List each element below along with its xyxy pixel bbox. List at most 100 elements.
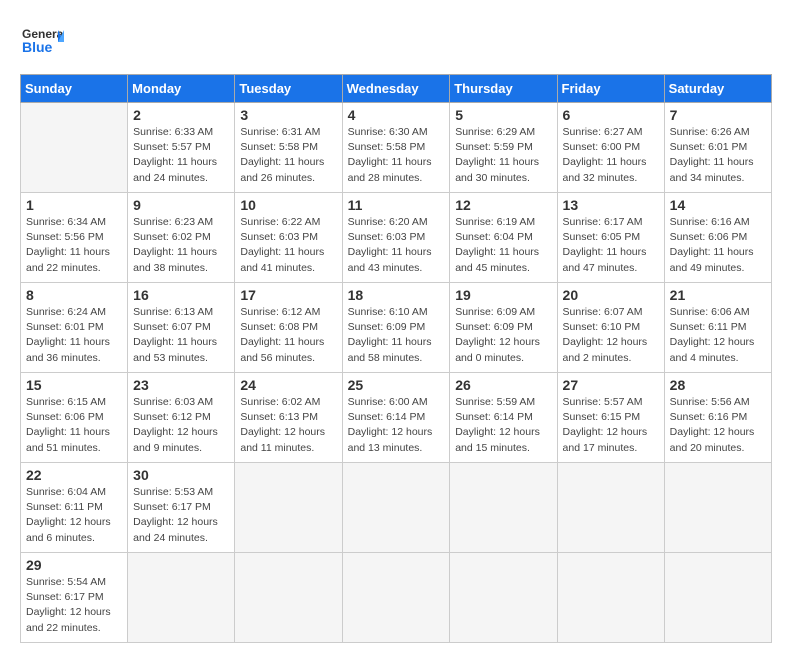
week-row-4: 22 Sunrise: 6:04 AMSunset: 6:11 PMDayligh… [21, 463, 772, 553]
day-info: Sunrise: 5:56 AMSunset: 6:16 PMDaylight:… [670, 395, 766, 456]
day-number: 11 [348, 197, 445, 213]
day-number: 8 [26, 287, 122, 303]
day-info: Sunrise: 6:23 AMSunset: 6:02 PMDaylight:… [133, 215, 229, 276]
calendar-cell: 5 Sunrise: 6:29 AMSunset: 5:59 PMDaylight… [450, 103, 557, 193]
day-info: Sunrise: 6:07 AMSunset: 6:10 PMDaylight:… [563, 305, 659, 366]
week-row-0: 2 Sunrise: 6:33 AMSunset: 5:57 PMDaylight… [21, 103, 772, 193]
day-info: Sunrise: 6:04 AMSunset: 6:11 PMDaylight:… [26, 485, 122, 546]
column-header-friday: Friday [557, 75, 664, 103]
calendar-cell: 8 Sunrise: 6:24 AMSunset: 6:01 PMDaylight… [21, 283, 128, 373]
calendar-cell [557, 553, 664, 643]
calendar-cell: 24 Sunrise: 6:02 AMSunset: 6:13 PMDayligh… [235, 373, 342, 463]
day-number: 15 [26, 377, 122, 393]
calendar-cell: 1Sunrise: 6:34 AMSunset: 5:56 PMDaylight… [21, 193, 128, 283]
calendar-cell: 26Sunrise: 5:59 AMSunset: 6:14 PMDayligh… [450, 373, 557, 463]
day-info: Sunrise: 6:33 AMSunset: 5:57 PMDaylight:… [133, 125, 229, 186]
day-info: Sunrise: 6:12 AMSunset: 6:08 PMDaylight:… [240, 305, 336, 366]
day-info: Sunrise: 6:15 AMSunset: 6:06 PMDaylight:… [26, 395, 122, 456]
day-number: 10 [240, 197, 336, 213]
calendar-cell: 22 Sunrise: 6:04 AMSunset: 6:11 PMDayligh… [21, 463, 128, 553]
column-header-sunday: Sunday [21, 75, 128, 103]
day-info: Sunrise: 6:10 AMSunset: 6:09 PMDaylight:… [348, 305, 445, 366]
calendar-cell [450, 463, 557, 553]
day-number: 27 [563, 377, 659, 393]
calendar-table: SundayMondayTuesdayWednesdayThursdayFrid… [20, 74, 772, 643]
day-number: 14 [670, 197, 766, 213]
day-number: 29 [26, 557, 122, 573]
day-number: 2 [133, 107, 229, 123]
day-number: 13 [563, 197, 659, 213]
calendar-cell [235, 553, 342, 643]
logo-icon: General Blue [20, 20, 64, 64]
day-number: 18 [348, 287, 445, 303]
day-info: Sunrise: 6:16 AMSunset: 6:06 PMDaylight:… [670, 215, 766, 276]
day-number: 12 [455, 197, 551, 213]
day-info: Sunrise: 6:26 AMSunset: 6:01 PMDaylight:… [670, 125, 766, 186]
day-number: 23 [133, 377, 229, 393]
column-header-tuesday: Tuesday [235, 75, 342, 103]
day-number: 1 [26, 197, 122, 213]
day-info: Sunrise: 6:17 AMSunset: 6:05 PMDaylight:… [563, 215, 659, 276]
day-info: Sunrise: 6:22 AMSunset: 6:03 PMDaylight:… [240, 215, 336, 276]
calendar-cell: 17 Sunrise: 6:12 AMSunset: 6:08 PMDayligh… [235, 283, 342, 373]
day-info: Sunrise: 5:54 AMSunset: 6:17 PMDaylight:… [26, 575, 122, 636]
calendar-cell: 2 Sunrise: 6:33 AMSunset: 5:57 PMDaylight… [128, 103, 235, 193]
column-header-saturday: Saturday [664, 75, 771, 103]
calendar-cell: 25Sunrise: 6:00 AMSunset: 6:14 PMDayligh… [342, 373, 450, 463]
day-info: Sunrise: 6:19 AMSunset: 6:04 PMDaylight:… [455, 215, 551, 276]
day-info: Sunrise: 6:31 AMSunset: 5:58 PMDaylight:… [240, 125, 336, 186]
day-info: Sunrise: 6:24 AMSunset: 6:01 PMDaylight:… [26, 305, 122, 366]
day-info: Sunrise: 6:29 AMSunset: 5:59 PMDaylight:… [455, 125, 551, 186]
column-header-wednesday: Wednesday [342, 75, 450, 103]
calendar-cell: 28 Sunrise: 5:56 AMSunset: 6:16 PMDayligh… [664, 373, 771, 463]
day-number: 24 [240, 377, 336, 393]
day-info: Sunrise: 5:53 AMSunset: 6:17 PMDaylight:… [133, 485, 229, 546]
calendar-cell: 15 Sunrise: 6:15 AMSunset: 6:06 PMDayligh… [21, 373, 128, 463]
calendar-cell: 13 Sunrise: 6:17 AMSunset: 6:05 PMDayligh… [557, 193, 664, 283]
day-info: Sunrise: 6:13 AMSunset: 6:07 PMDaylight:… [133, 305, 229, 366]
day-number: 19 [455, 287, 551, 303]
calendar-cell [21, 103, 128, 193]
week-row-1: 1Sunrise: 6:34 AMSunset: 5:56 PMDaylight… [21, 193, 772, 283]
calendar-cell: 20 Sunrise: 6:07 AMSunset: 6:10 PMDayligh… [557, 283, 664, 373]
day-info: Sunrise: 6:02 AMSunset: 6:13 PMDaylight:… [240, 395, 336, 456]
day-info: Sunrise: 6:20 AMSunset: 6:03 PMDaylight:… [348, 215, 445, 276]
day-number: 30 [133, 467, 229, 483]
calendar-cell [235, 463, 342, 553]
day-number: 7 [670, 107, 766, 123]
calendar-cell: 19 Sunrise: 6:09 AMSunset: 6:09 PMDayligh… [450, 283, 557, 373]
calendar-cell [450, 553, 557, 643]
day-info: Sunrise: 6:00 AMSunset: 6:14 PMDaylight:… [348, 395, 445, 456]
calendar-cell: 16 Sunrise: 6:13 AMSunset: 6:07 PMDayligh… [128, 283, 235, 373]
day-number: 3 [240, 107, 336, 123]
day-info: Sunrise: 5:59 AMSunset: 6:14 PMDaylight:… [455, 395, 551, 456]
day-info: Sunrise: 6:09 AMSunset: 6:09 PMDaylight:… [455, 305, 551, 366]
day-number: 21 [670, 287, 766, 303]
calendar-cell: 27Sunrise: 5:57 AMSunset: 6:15 PMDayligh… [557, 373, 664, 463]
day-number: 22 [26, 467, 122, 483]
calendar-cell: 12 Sunrise: 6:19 AMSunset: 6:04 PMDayligh… [450, 193, 557, 283]
calendar-cell [342, 553, 450, 643]
calendar-cell: 7 Sunrise: 6:26 AMSunset: 6:01 PMDaylight… [664, 103, 771, 193]
logo: General Blue [20, 20, 68, 64]
day-info: Sunrise: 6:30 AMSunset: 5:58 PMDaylight:… [348, 125, 445, 186]
calendar-cell: 11 Sunrise: 6:20 AMSunset: 6:03 PMDayligh… [342, 193, 450, 283]
calendar-cell: 30 Sunrise: 5:53 AMSunset: 6:17 PMDayligh… [128, 463, 235, 553]
calendar-cell [557, 463, 664, 553]
day-number: 28 [670, 377, 766, 393]
calendar-cell [342, 463, 450, 553]
column-header-thursday: Thursday [450, 75, 557, 103]
svg-text:Blue: Blue [22, 39, 53, 55]
calendar-cell [664, 463, 771, 553]
day-number: 20 [563, 287, 659, 303]
calendar-header-row: SundayMondayTuesdayWednesdayThursdayFrid… [21, 75, 772, 103]
calendar-cell: 14 Sunrise: 6:16 AMSunset: 6:06 PMDayligh… [664, 193, 771, 283]
day-number: 17 [240, 287, 336, 303]
day-info: Sunrise: 6:27 AMSunset: 6:00 PMDaylight:… [563, 125, 659, 186]
calendar-cell [128, 553, 235, 643]
week-row-2: 8 Sunrise: 6:24 AMSunset: 6:01 PMDaylight… [21, 283, 772, 373]
day-number: 5 [455, 107, 551, 123]
day-number: 9 [133, 197, 229, 213]
day-number: 6 [563, 107, 659, 123]
day-number: 16 [133, 287, 229, 303]
